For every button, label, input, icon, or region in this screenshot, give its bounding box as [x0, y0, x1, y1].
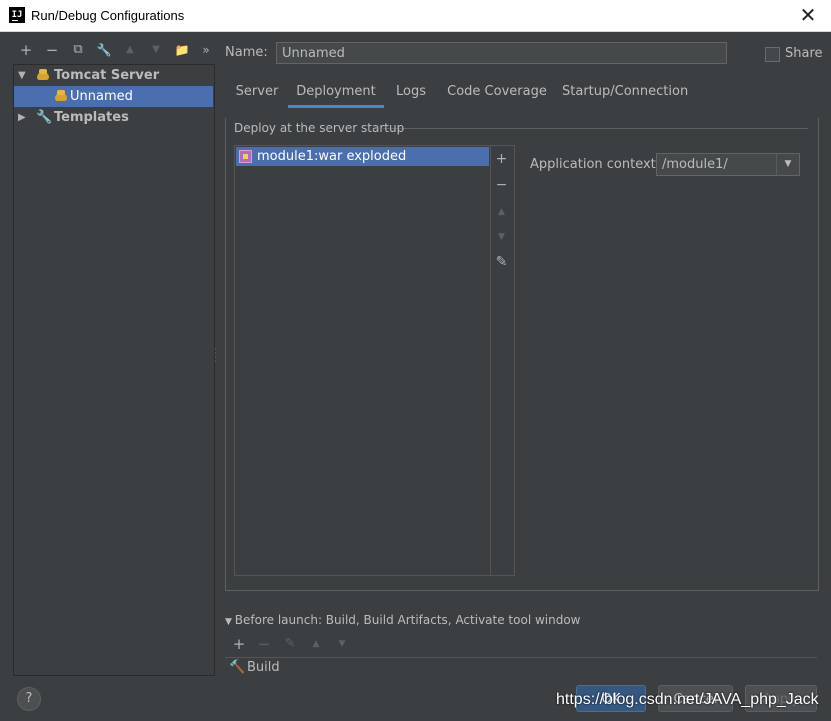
- move-down-icon[interactable]: ▼: [489, 227, 514, 247]
- remove-icon[interactable]: −: [42, 40, 62, 60]
- tab-logs[interactable]: Logs: [387, 80, 435, 108]
- artifact-list-toolbar: + − ▲ ▼ ✎: [489, 145, 515, 576]
- remove-icon[interactable]: −: [254, 634, 274, 654]
- config-tree: ▼ Tomcat Server Unnamed ▶ 🔧 Templates: [13, 64, 215, 676]
- before-launch-title: Before launch: Build, Build Artifacts, A…: [234, 613, 581, 627]
- tree-item-label: Templates: [54, 110, 129, 125]
- chevron-down-icon[interactable]: ▼: [776, 154, 799, 175]
- help-button[interactable]: ?: [17, 687, 41, 711]
- copy-icon[interactable]: ⧉: [68, 40, 88, 60]
- watermark-text: https://blog.csdn.net/JAVA_php_Jack: [556, 691, 819, 708]
- group-title: Deploy at the server startup: [234, 121, 405, 135]
- artifact-list[interactable]: module1:war exploded: [234, 145, 491, 576]
- artifact-label: module1:war exploded: [257, 149, 407, 164]
- add-icon[interactable]: +: [16, 40, 36, 60]
- edit-pencil-icon[interactable]: ✎: [280, 634, 300, 654]
- tree-item-label: Unnamed: [70, 89, 133, 104]
- move-up-icon[interactable]: ▲: [489, 202, 514, 222]
- hammer-icon: 🔨: [229, 660, 246, 675]
- intellij-app-icon: IJ: [9, 7, 25, 23]
- tree-item-templates[interactable]: ▶ 🔧 Templates: [14, 107, 213, 128]
- add-icon[interactable]: +: [229, 634, 249, 654]
- app-context-combo[interactable]: /module1/ ▼: [656, 153, 800, 176]
- window-title: Run/Debug Configurations: [31, 8, 185, 23]
- title-bar: IJ Run/Debug Configurations ✕: [0, 0, 831, 32]
- tab-startup-connection[interactable]: Startup/Connection: [562, 80, 688, 108]
- move-down-icon[interactable]: ▼: [146, 40, 166, 60]
- wrench-icon: 🔧: [36, 110, 53, 125]
- name-input[interactable]: Unnamed: [276, 42, 727, 64]
- tree-item-unnamed[interactable]: Unnamed: [14, 86, 213, 107]
- remove-icon[interactable]: −: [489, 175, 514, 195]
- tab-server[interactable]: Server: [227, 80, 287, 108]
- list-item[interactable]: module1:war exploded: [236, 147, 489, 166]
- edit-pencil-icon[interactable]: ✎: [489, 252, 514, 272]
- collapsed-arrow-icon[interactable]: ▶: [18, 107, 26, 128]
- tree-item-label: Tomcat Server: [54, 68, 160, 83]
- move-up-icon[interactable]: ▲: [306, 634, 326, 654]
- before-launch-list[interactable]: 🔨 Build: [225, 657, 817, 676]
- artifact-icon: [239, 150, 252, 163]
- list-item[interactable]: Build: [247, 659, 280, 677]
- tomcat-icon: [36, 69, 50, 81]
- name-label: Name:: [225, 45, 268, 60]
- new-folder-icon[interactable]: 📁: [172, 40, 192, 60]
- before-launch-header[interactable]: ▼ Before launch: Build, Build Artifacts,…: [225, 613, 581, 627]
- tab-deployment[interactable]: Deployment: [288, 80, 384, 108]
- add-icon[interactable]: +: [489, 149, 514, 169]
- app-context-label: Application context:: [530, 157, 661, 172]
- app-context-value[interactable]: /module1/: [662, 154, 728, 175]
- close-icon[interactable]: ✕: [793, 3, 823, 27]
- expanded-arrow-icon[interactable]: ▼: [18, 65, 26, 86]
- splitter-handle[interactable]: · · · ·: [214, 346, 217, 366]
- more-icon[interactable]: »: [196, 40, 216, 60]
- tab-code-coverage[interactable]: Code Coverage: [442, 80, 552, 108]
- tomcat-icon: [54, 90, 68, 102]
- group-divider: [383, 128, 808, 129]
- move-down-icon[interactable]: ▼: [332, 634, 352, 654]
- tree-item-tomcat-server[interactable]: ▼ Tomcat Server: [14, 65, 213, 86]
- move-up-icon[interactable]: ▲: [120, 40, 140, 60]
- wrench-icon[interactable]: 🔧: [94, 40, 114, 60]
- share-label: Share: [785, 46, 823, 61]
- collapse-arrow-icon[interactable]: ▼: [225, 617, 235, 627]
- share-checkbox[interactable]: [765, 47, 780, 62]
